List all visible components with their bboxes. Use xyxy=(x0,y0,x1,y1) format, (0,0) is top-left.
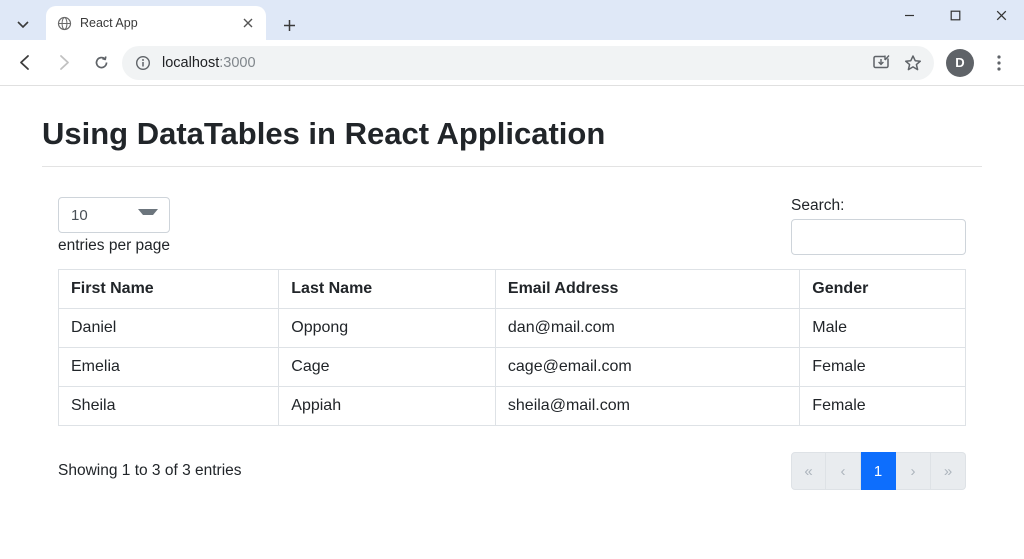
globe-icon xyxy=(56,15,72,31)
table-header-row: First Name Last Name Email Address Gende… xyxy=(59,270,966,309)
cell-last: Oppong xyxy=(279,309,496,348)
col-email[interactable]: Email Address xyxy=(495,270,799,309)
browser-tab-strip: React App xyxy=(0,0,1024,40)
col-last-name[interactable]: Last Name xyxy=(279,270,496,309)
pager-page-button[interactable]: 1 xyxy=(861,452,896,490)
cell-gender: Female xyxy=(800,348,966,387)
data-table: First Name Last Name Email Address Gende… xyxy=(58,269,966,426)
browser-tab[interactable]: React App xyxy=(46,6,266,40)
install-app-icon[interactable] xyxy=(872,54,890,72)
page-content: Using DataTables in React Application 10… xyxy=(0,86,1024,510)
cell-first: Daniel xyxy=(59,309,279,348)
browser-toolbar: localhost:3000 D xyxy=(0,40,1024,86)
cell-email: sheila@mail.com xyxy=(495,387,799,426)
window-close-button[interactable] xyxy=(978,0,1024,30)
length-label: entries per page xyxy=(58,237,170,255)
browser-menu-button[interactable] xyxy=(982,46,1016,80)
pager-next-button[interactable]: › xyxy=(896,452,931,490)
address-bar[interactable]: localhost:3000 xyxy=(122,46,934,80)
table-info: Showing 1 to 3 of 3 entries xyxy=(58,462,242,480)
back-button[interactable] xyxy=(8,46,42,80)
table-row: Daniel Oppong dan@mail.com Male xyxy=(59,309,966,348)
new-tab-button[interactable] xyxy=(274,10,304,40)
table-row: Emelia Cage cage@email.com Female xyxy=(59,348,966,387)
tab-close-button[interactable] xyxy=(240,15,256,31)
cell-gender: Female xyxy=(800,387,966,426)
datatable-wrapper: 10 entries per page Search: First Name L… xyxy=(42,197,982,490)
search-input[interactable] xyxy=(791,219,966,255)
url-host: localhost xyxy=(162,55,219,71)
cell-email: cage@email.com xyxy=(495,348,799,387)
bookmark-icon[interactable] xyxy=(904,54,922,72)
cell-first: Emelia xyxy=(59,348,279,387)
pager-first-button[interactable]: « xyxy=(791,452,826,490)
col-gender[interactable]: Gender xyxy=(800,270,966,309)
pagination: « ‹ 1 › » xyxy=(791,452,966,490)
site-info-icon[interactable] xyxy=(134,54,152,72)
window-minimize-button[interactable] xyxy=(886,0,932,30)
tab-title: React App xyxy=(80,16,232,30)
search-label: Search: xyxy=(791,197,844,215)
cell-gender: Male xyxy=(800,309,966,348)
forward-button[interactable] xyxy=(46,46,80,80)
datatable-footer: Showing 1 to 3 of 3 entries « ‹ 1 › » xyxy=(58,452,966,490)
url-text: localhost:3000 xyxy=(162,55,256,71)
window-controls xyxy=(886,0,1024,40)
avatar-initial: D xyxy=(955,55,964,70)
window-maximize-button[interactable] xyxy=(932,0,978,30)
page-title: Using DataTables in React Application xyxy=(42,116,982,152)
tab-search-button[interactable] xyxy=(6,10,40,40)
cell-last: Appiah xyxy=(279,387,496,426)
cell-first: Sheila xyxy=(59,387,279,426)
search-control: Search: xyxy=(791,197,966,255)
col-first-name[interactable]: First Name xyxy=(59,270,279,309)
pager-last-button[interactable]: » xyxy=(931,452,966,490)
page-length-select[interactable]: 10 xyxy=(58,197,170,233)
cell-email: dan@mail.com xyxy=(495,309,799,348)
reload-button[interactable] xyxy=(84,46,118,80)
length-control: 10 entries per page xyxy=(58,197,170,255)
profile-avatar[interactable]: D xyxy=(946,49,974,77)
divider xyxy=(42,166,982,167)
datatable-controls: 10 entries per page Search: xyxy=(58,197,966,255)
url-port: :3000 xyxy=(219,55,255,71)
pager-prev-button[interactable]: ‹ xyxy=(826,452,861,490)
cell-last: Cage xyxy=(279,348,496,387)
table-row: Sheila Appiah sheila@mail.com Female xyxy=(59,387,966,426)
